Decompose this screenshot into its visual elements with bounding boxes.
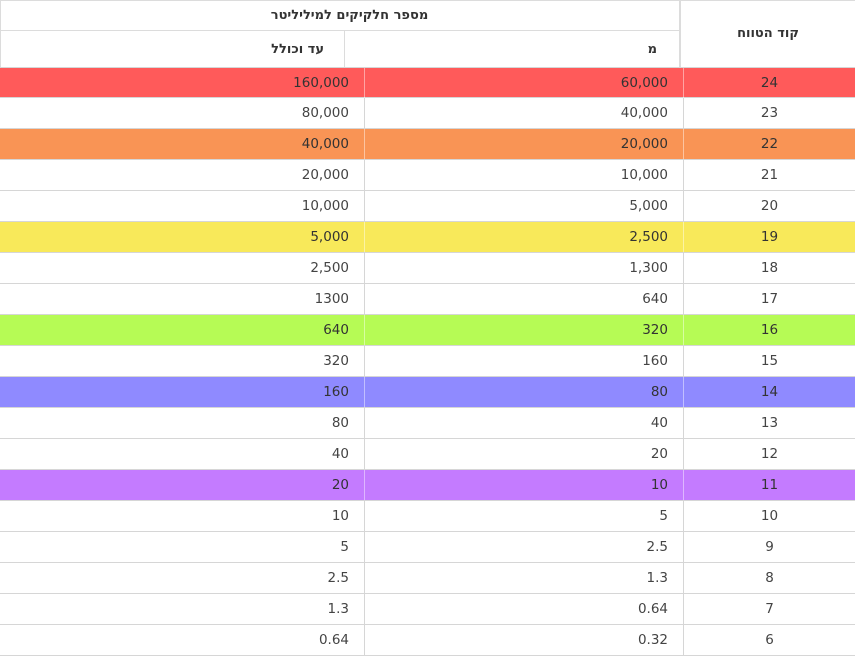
cell-up-to: 20 [0,470,365,500]
table-row: 640 320 16 [0,315,855,346]
table-row: 2,500 1,300 18 [0,253,855,284]
cell-from: 20 [365,439,684,469]
cell-up-to: 20,000 [0,160,365,190]
table-row: 160 80 14 [0,377,855,408]
cell-range-code: 15 [760,353,779,369]
table-row: 20,000 10,000 21 [0,160,855,191]
cell-up-to: 320 [0,346,365,376]
cell-range-code: 11 [760,477,779,493]
particle-range-table: מספר חלקיקים למיליליטר קוד הטווח עד וכול… [0,0,855,658]
header-from: מ [345,31,680,67]
cell-up-to: 0.64 [0,625,365,655]
table-body: 160,000 60,000 24 80,000 40,000 23 40,000 20,00… [0,67,855,656]
cell-from: 60,000 [365,68,684,98]
cell-range-code: 22 [760,136,779,152]
cell-range-code: 9 [765,539,774,555]
table-row: 320 160 15 [0,346,855,377]
cell-up-to: 5 [0,532,365,562]
cell-up-to: 1300 [0,284,365,314]
cell-from: 20,000 [365,129,684,159]
table-row: 80 40 13 [0,408,855,439]
cell-from: 40,000 [365,98,684,128]
cell-range-code: 12 [760,446,779,462]
cell-range-code: 19 [760,229,779,245]
cell-from: 1,300 [365,253,684,283]
table-row: 0.64 0.32 6 [0,625,855,656]
cell-from: 320 [365,315,684,345]
cell-range-code: 6 [765,632,774,648]
cell-up-to: 10,000 [0,191,365,221]
table-row: 10,000 5,000 20 [0,191,855,222]
cell-up-to: 80 [0,408,365,438]
cell-range-code: 23 [760,105,779,121]
table-row: 20 10 11 [0,470,855,501]
header-particles-per-ml: מספר חלקיקים למיליליטר [0,0,680,31]
cell-from: 10 [365,470,684,500]
cell-from: 640 [365,284,684,314]
cell-from: 160 [365,346,684,376]
cell-up-to: 2,500 [0,253,365,283]
table-row: 10 5 10 [0,501,855,532]
cell-range-code: 14 [760,384,779,400]
cell-from: 5 [365,501,684,531]
cell-from: 0.64 [365,594,684,624]
cell-range-code: 16 [760,322,779,338]
cell-up-to: 40 [0,439,365,469]
cell-range-code: 18 [760,260,779,276]
cell-range-code: 13 [760,415,779,431]
table-row: 160,000 60,000 24 [0,67,855,98]
table-row: 1.3 0.64 7 [0,594,855,625]
cell-up-to: 5,000 [0,222,365,252]
header-up-to-inclusive: עד וכולל [0,31,345,67]
cell-from: 10,000 [365,160,684,190]
cell-up-to: 1.3 [0,594,365,624]
cell-from: 5,000 [365,191,684,221]
cell-from: 80 [365,377,684,407]
table-row: 40,000 20,000 22 [0,129,855,160]
cell-range-code: 24 [760,75,779,91]
table-row: 5,000 2,500 19 [0,222,855,253]
cell-from: 40 [365,408,684,438]
cell-range-code: 21 [760,167,779,183]
cell-range-code: 7 [765,601,774,617]
table-row: 40 20 12 [0,439,855,470]
cell-up-to: 10 [0,501,365,531]
cell-up-to: 2.5 [0,563,365,593]
cell-range-code: 17 [760,291,779,307]
cell-up-to: 640 [0,315,365,345]
header-range-code: קוד הטווח [680,0,855,67]
cell-from: 1.3 [365,563,684,593]
cell-up-to: 160,000 [0,68,365,98]
table-row: 1300 640 17 [0,284,855,315]
cell-up-to: 160 [0,377,365,407]
cell-range-code: 10 [760,508,779,524]
cell-up-to: 40,000 [0,129,365,159]
table-row: 5 2.5 9 [0,532,855,563]
cell-range-code: 8 [765,570,774,586]
cell-from: 2,500 [365,222,684,252]
cell-from: 2.5 [365,532,684,562]
cell-range-code: 20 [760,198,779,214]
table-row: 2.5 1.3 8 [0,563,855,594]
table-row: 80,000 40,000 23 [0,98,855,129]
cell-up-to: 80,000 [0,98,365,128]
cell-from: 0.32 [365,625,684,655]
